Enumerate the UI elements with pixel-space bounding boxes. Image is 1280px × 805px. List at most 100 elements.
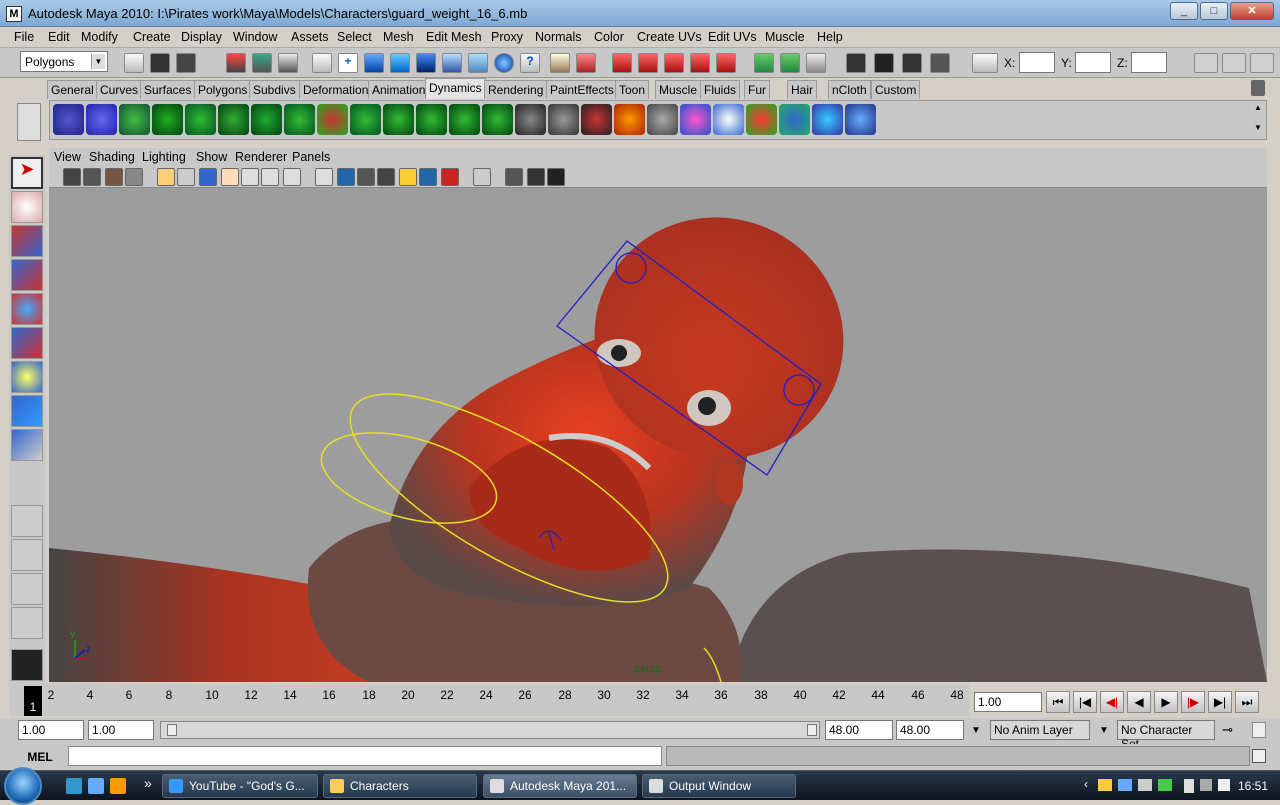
camera-select-icon[interactable] — [63, 168, 81, 186]
taskbar-button-characters[interactable]: Characters — [323, 774, 477, 798]
channel-box-icon[interactable] — [1194, 53, 1218, 73]
camera-attributes-icon[interactable] — [83, 168, 101, 186]
clapperboard-icon[interactable] — [846, 53, 866, 73]
volume-axis-icon[interactable] — [416, 104, 447, 135]
shelf-tab-subdivs[interactable]: Subdivs — [249, 80, 300, 99]
shelf-tab-rendering[interactable]: Rendering — [484, 80, 548, 99]
maximize-button[interactable]: □ — [1200, 2, 1228, 20]
battery-icon[interactable] — [1184, 779, 1194, 793]
shadows-icon[interactable] — [419, 168, 437, 186]
switch-windows-icon[interactable] — [88, 778, 104, 794]
xray-joints-icon[interactable] — [527, 168, 545, 186]
character-set-chevron-down-icon[interactable]: ▼ — [1094, 722, 1114, 740]
wireframe-icon[interactable] — [315, 168, 333, 186]
show-desktop-icon[interactable] — [66, 778, 82, 794]
perspective-viewport[interactable]: y z persp — [49, 188, 1267, 682]
construction-history-icon[interactable] — [494, 53, 514, 73]
taskbar-button-maya[interactable]: Autodesk Maya 201... — [483, 774, 637, 798]
rigid-body-icon[interactable] — [515, 104, 546, 135]
current-time-field[interactable]: 1.00 — [974, 692, 1042, 712]
snap-grid-icon[interactable] — [312, 53, 332, 73]
passive-rigid-body-icon[interactable] — [548, 104, 579, 135]
menu-create-uvs[interactable]: Create UVs — [637, 30, 702, 44]
image-plane-icon[interactable] — [125, 168, 143, 186]
clock[interactable]: 16:51 — [1238, 779, 1268, 793]
particle-tool-icon[interactable] — [53, 104, 84, 135]
turbulence-field-icon[interactable] — [317, 104, 348, 135]
use-all-lights-icon[interactable] — [399, 168, 417, 186]
transform-mode-icon[interactable] — [972, 53, 998, 73]
four-view-layout-icon[interactable] — [11, 539, 43, 571]
layer-editor-icon[interactable] — [1222, 53, 1246, 73]
persp-outliner-layout-icon[interactable] — [11, 573, 43, 605]
xray-components-icon[interactable] — [547, 168, 565, 186]
render-frame-icon[interactable] — [612, 53, 632, 73]
gate-mask-icon[interactable] — [221, 168, 239, 186]
command-input[interactable] — [68, 746, 662, 766]
close-button[interactable]: ✕ — [1230, 2, 1274, 20]
emit-from-object-icon[interactable] — [119, 104, 150, 135]
curve-flow-icon[interactable] — [779, 104, 810, 135]
x-field[interactable] — [1019, 52, 1055, 73]
snap-point-icon[interactable] — [364, 53, 384, 73]
minimize-button[interactable]: _ — [1170, 2, 1198, 20]
mail-icon[interactable] — [1098, 779, 1112, 791]
panel-menu-shading[interactable]: Shading — [89, 150, 135, 164]
resolution-gate-icon[interactable] — [199, 168, 217, 186]
menu-muscle[interactable]: Muscle — [765, 30, 805, 44]
help-icon[interactable]: ? — [520, 53, 540, 73]
menu-normals[interactable]: Normals — [535, 30, 582, 44]
trash-icon[interactable] — [1251, 80, 1265, 96]
z-field[interactable] — [1131, 52, 1167, 73]
fireworks-icon[interactable] — [680, 104, 711, 135]
textured-icon[interactable] — [377, 168, 395, 186]
show-manipulator-icon[interactable] — [11, 429, 43, 461]
shatter-icon[interactable] — [746, 104, 777, 135]
maya-logo-icon[interactable] — [11, 649, 43, 681]
menu-create[interactable]: Create — [133, 30, 171, 44]
input-ops-icon[interactable] — [442, 53, 462, 73]
render-settings-icon[interactable] — [664, 53, 684, 73]
uniform-field-icon[interactable] — [350, 104, 381, 135]
media-player-icon[interactable] — [110, 778, 126, 794]
taskbar-button-output-window[interactable]: Output Window — [642, 774, 796, 798]
animation-preferences-icon[interactable] — [1252, 722, 1266, 738]
shelf-tab-toon[interactable]: Toon — [615, 80, 650, 99]
lightning-icon[interactable] — [713, 104, 744, 135]
y-field[interactable] — [1075, 52, 1111, 73]
single-perspective-layout-icon[interactable] — [11, 505, 43, 537]
tool-settings-icon[interactable] — [806, 53, 826, 73]
drag-field-icon[interactable] — [185, 104, 216, 135]
shelf-menu-icon[interactable] — [17, 103, 41, 141]
maya-icon[interactable]: M — [6, 6, 22, 22]
paint-select-tool-icon[interactable] — [11, 225, 43, 257]
time-slider[interactable]: 1 2 4 6 8 10 12 14 16 18 20 22 24 26 28 … — [9, 684, 969, 716]
script-editor-icon[interactable] — [1252, 749, 1266, 763]
taskbar-button-youtube[interactable]: YouTube - "God's G... — [162, 774, 318, 798]
end-time-field[interactable]: 48.00 — [896, 720, 964, 740]
ipr-render-icon[interactable] — [638, 53, 658, 73]
menu-edit-uvs[interactable]: Edit UVs — [708, 30, 757, 44]
shelf-tab-polygons[interactable]: Polygons — [194, 80, 252, 99]
select-component-icon[interactable] — [278, 53, 298, 73]
tray-expand-icon[interactable]: ‹ — [1084, 777, 1088, 791]
character-set-dropdown[interactable]: No Character Set — [1117, 720, 1215, 751]
persp-graph-layout-icon[interactable] — [11, 607, 43, 639]
isolate-select-icon[interactable] — [473, 168, 491, 186]
goal-icon[interactable] — [482, 104, 513, 135]
panel-menu-view[interactable]: View — [54, 150, 81, 164]
lock-icon[interactable] — [550, 53, 570, 73]
smoke-icon[interactable] — [647, 104, 678, 135]
safe-action-icon[interactable] — [261, 168, 279, 186]
attribute-editor-icon[interactable] — [780, 53, 800, 73]
new-scene-icon[interactable] — [124, 53, 144, 73]
menu-file[interactable]: File — [14, 30, 34, 44]
menu-window[interactable]: Window — [233, 30, 277, 44]
ocean-icon[interactable] — [845, 104, 876, 135]
tool-box-icon[interactable] — [1250, 53, 1274, 73]
playblast-icon[interactable] — [874, 53, 894, 73]
anim-layer-chevron-down-icon[interactable]: ▼ — [966, 722, 986, 740]
rotate-tool-icon[interactable] — [11, 293, 43, 325]
emitter-icon[interactable] — [86, 104, 117, 135]
range-slider-handle-left[interactable] — [167, 724, 177, 736]
